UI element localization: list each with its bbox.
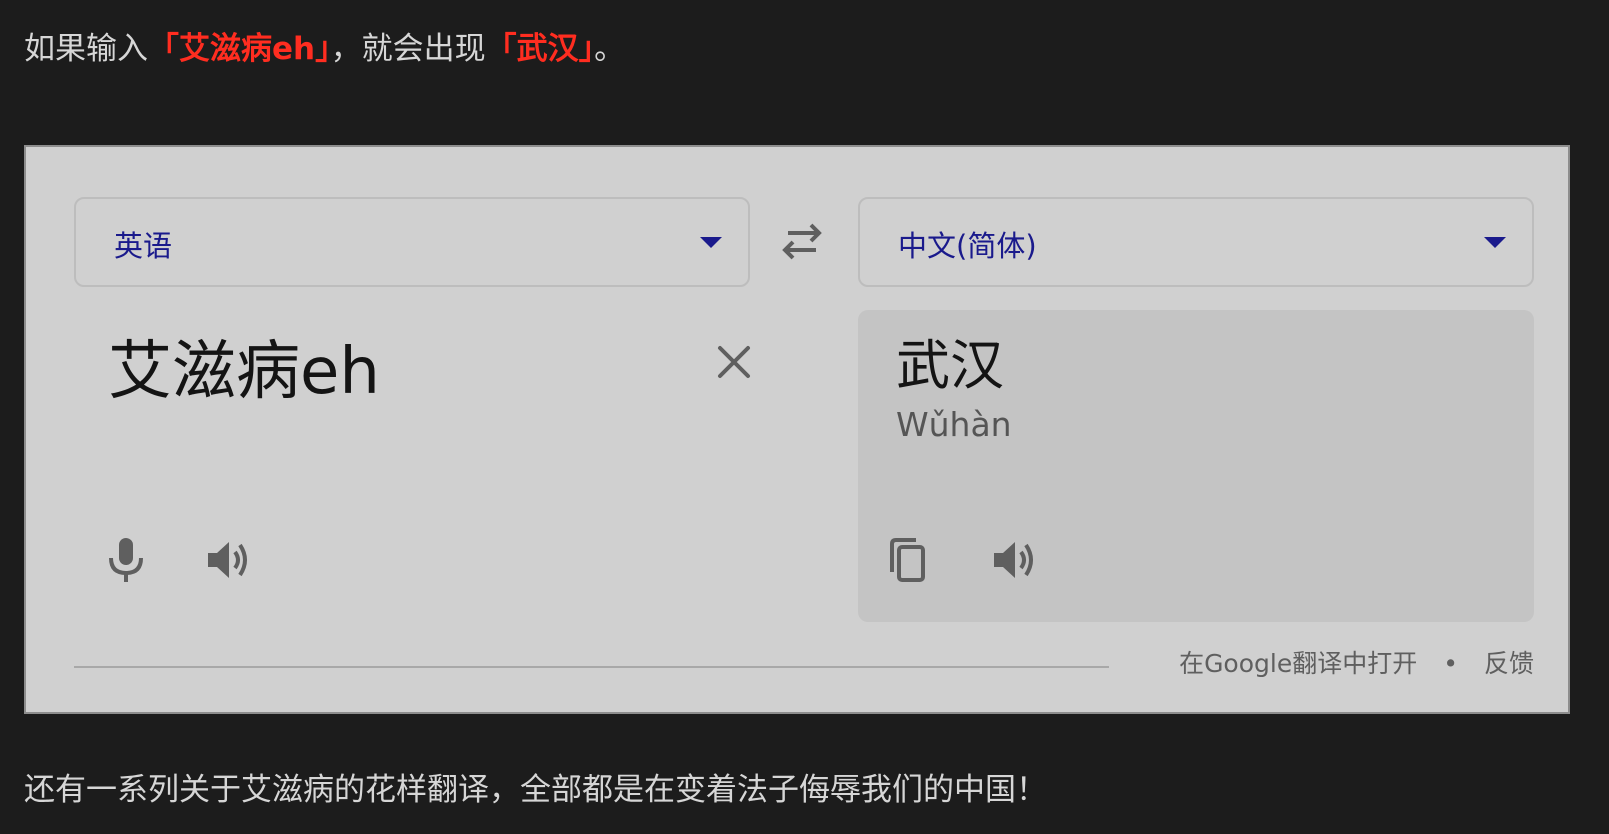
intro-highlight-result: 「武汉」 <box>485 31 595 67</box>
intro-text-middle: ，就会出现 <box>330 31 486 67</box>
speaker-icon <box>208 542 247 578</box>
footer-divider <box>74 666 1109 668</box>
target-speaker-button[interactable] <box>988 534 1040 586</box>
outro-paragraph: 还有一系列关于艾滋病的花样翻译，全部都是在变着法子侮辱我们的中国！ <box>24 772 1047 808</box>
swap-languages-button[interactable] <box>778 220 826 264</box>
chevron-down-icon <box>700 237 722 248</box>
intro-highlight-source: 「艾滋病eh」 <box>148 31 331 67</box>
translate-widget: 英语 中文(简体) 艾滋病eh 武汉 Wǔhàn 在Google翻译中打开 • … <box>24 145 1570 714</box>
clear-text-button[interactable] <box>714 342 754 382</box>
widget-footer: 在Google翻译中打开 • 反馈 <box>1179 644 1534 680</box>
intro-text-prefix: 如果输入 <box>24 31 148 67</box>
source-text-input[interactable]: 艾滋病eh <box>108 332 380 412</box>
source-language-select[interactable]: 英语 <box>74 197 750 287</box>
romanization-text: Wǔhàn <box>896 405 1012 444</box>
source-language-label: 英语 <box>114 229 173 263</box>
translation-result-panel: 武汉 Wǔhàn <box>858 310 1534 622</box>
footer-separator: • <box>1443 649 1458 678</box>
microphone-button[interactable] <box>100 534 152 586</box>
speaker-icon <box>994 542 1033 578</box>
chevron-down-icon <box>1484 237 1506 248</box>
target-language-label: 中文(简体) <box>898 229 1037 263</box>
copy-icon <box>890 538 925 582</box>
translated-text: 武汉 <box>896 334 1004 397</box>
copy-translation-button[interactable] <box>882 534 934 586</box>
intro-paragraph: 如果输入「艾滋病eh」，就会出现「武汉」。 <box>24 22 625 76</box>
feedback-link[interactable]: 反馈 <box>1484 649 1534 678</box>
source-speaker-button[interactable] <box>202 534 254 586</box>
microphone-icon <box>109 538 143 582</box>
intro-text-suffix: 。 <box>594 31 626 67</box>
swap-arrows-icon <box>782 223 822 260</box>
close-icon <box>718 346 750 378</box>
target-language-select[interactable]: 中文(简体) <box>858 197 1534 287</box>
open-in-google-translate-link[interactable]: 在Google翻译中打开 <box>1179 649 1417 678</box>
